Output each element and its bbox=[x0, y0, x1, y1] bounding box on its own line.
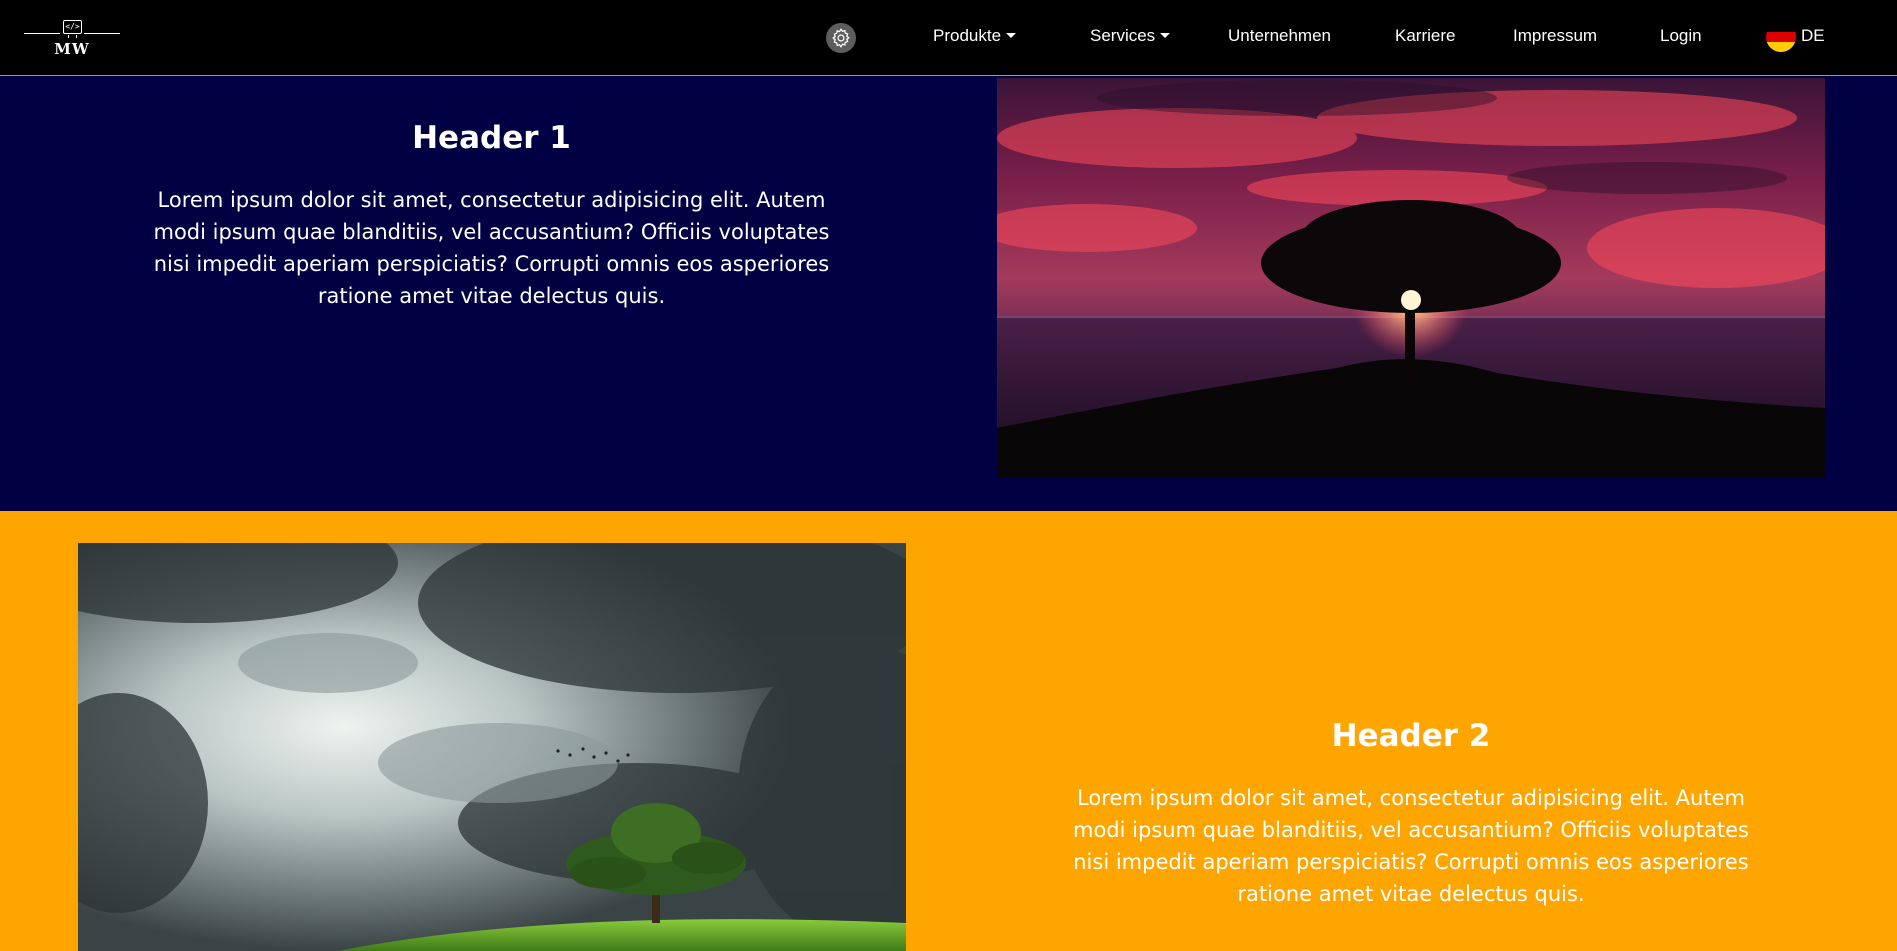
language-code: DE bbox=[1801, 26, 1825, 45]
germany-flag-icon bbox=[1766, 22, 1796, 52]
logo-line-left bbox=[24, 33, 60, 34]
sunset-tree-image bbox=[997, 78, 1825, 478]
logo-line-right bbox=[84, 33, 120, 34]
gear-icon bbox=[832, 28, 850, 48]
section-body: Lorem ipsum dolor sit amet, consectetur … bbox=[153, 188, 830, 308]
nav-label: Impressum bbox=[1513, 26, 1598, 45]
nav-unternehmen[interactable]: Unternehmen bbox=[1228, 24, 1331, 48]
settings-button[interactable] bbox=[826, 23, 856, 53]
nav-label: Produkte bbox=[933, 26, 1002, 45]
nav-label: Unternehmen bbox=[1228, 26, 1332, 45]
navbar: </> MW Produkte Services Unternehmen Kar… bbox=[0, 0, 1897, 76]
section-body: Lorem ipsum dolor sit amet, consectetur … bbox=[1072, 786, 1749, 906]
caret-down-icon bbox=[1006, 33, 1017, 38]
storm-tree-image bbox=[78, 543, 906, 951]
caret-down-icon bbox=[1160, 33, 1171, 38]
feature-section-2: Header 2 Lorem ipsum dolor sit amet, con… bbox=[0, 511, 1897, 951]
section-header: Header 2 bbox=[1331, 718, 1491, 754]
nav-karriere[interactable]: Karriere bbox=[1395, 24, 1455, 48]
nav-login[interactable]: Login bbox=[1660, 24, 1702, 48]
feature-text-2: Header 2 Lorem ipsum dolor sit amet, con… bbox=[1066, 716, 1756, 910]
nav-services[interactable]: Services bbox=[1090, 24, 1171, 48]
section-header: Header 1 bbox=[412, 120, 571, 156]
logo-text: MW bbox=[54, 40, 90, 58]
nav-label: Karriere bbox=[1395, 26, 1456, 45]
nav-label: Login bbox=[1660, 26, 1702, 45]
nav-produkte[interactable]: Produkte bbox=[933, 24, 1017, 48]
code-icon: </> bbox=[63, 20, 82, 38]
nav-label: Services bbox=[1090, 26, 1156, 45]
feature-text-1: Header 1 Lorem ipsum dolor sit amet, con… bbox=[150, 118, 833, 312]
feature-section-1: Header 1 Lorem ipsum dolor sit amet, con… bbox=[0, 76, 1897, 511]
nav-impressum[interactable]: Impressum bbox=[1513, 24, 1597, 48]
brand-logo[interactable]: </> MW bbox=[24, 18, 120, 58]
